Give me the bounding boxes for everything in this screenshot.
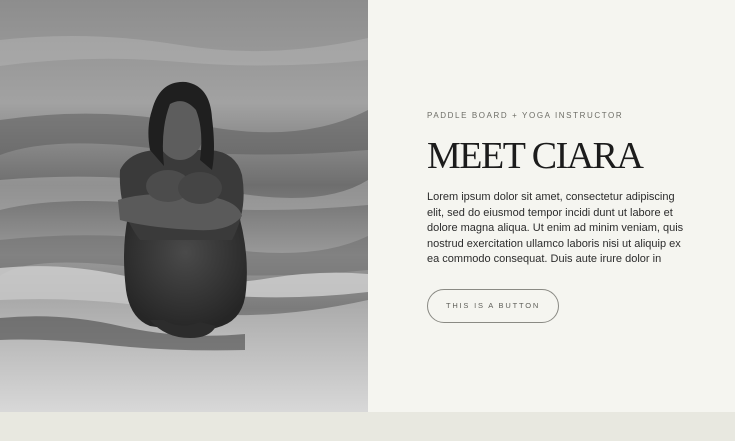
hero-content: PADDLE BOARD + YOGA INSTRUCTOR MEET CIAR… bbox=[427, 111, 697, 323]
hero-section: PADDLE BOARD + YOGA INSTRUCTOR MEET CIAR… bbox=[0, 0, 735, 412]
eyebrow-subtitle: PADDLE BOARD + YOGA INSTRUCTOR bbox=[427, 111, 624, 120]
page-title: MEET CIARA bbox=[427, 135, 644, 177]
intro-paragraph: Lorem ipsum dolor sit amet, consectetur … bbox=[427, 191, 684, 265]
hero-photo bbox=[0, 0, 368, 412]
footer-band bbox=[0, 412, 735, 441]
cta-button[interactable]: THIS IS A BUTTON bbox=[427, 288, 559, 323]
